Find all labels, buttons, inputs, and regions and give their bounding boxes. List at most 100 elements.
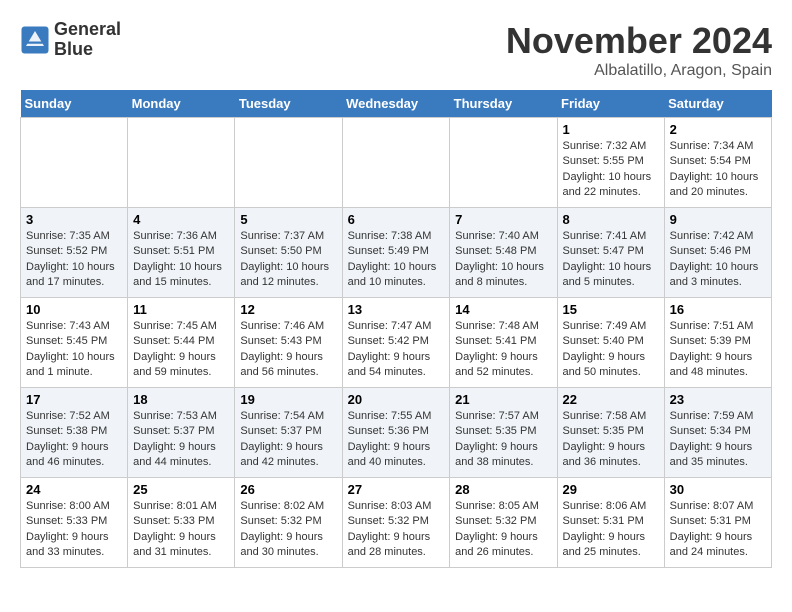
table-row: 18Sunrise: 7:53 AM Sunset: 5:37 PM Dayli… xyxy=(128,388,235,478)
table-row: 30 Sunrise: 8:07 AM Sunset: 5:31 PM Dayli… xyxy=(664,478,771,568)
day-info: Sunrise: 7:41 AM Sunset: 5:47 PM Dayligh… xyxy=(563,229,659,291)
table-row: 11 Sunrise: 7:45 AM Sunset: 5:44 PM Dayli… xyxy=(128,298,235,388)
day-number: 11 xyxy=(133,302,229,317)
table-row: 5 Sunrise: 7:37 AM Sunset: 5:50 PM Daylig… xyxy=(235,208,342,298)
day-info: Sunrise: 8:01 AM Sunset: 5:33 PM Dayligh… xyxy=(133,499,229,561)
day-number: 26 xyxy=(240,482,336,497)
table-row: 10Sunrise: 7:43 AM Sunset: 5:45 PM Dayli… xyxy=(21,298,128,388)
day-number: 3 xyxy=(26,212,122,227)
day-info: Sunrise: 7:37 AM Sunset: 5:50 PM Dayligh… xyxy=(240,229,336,291)
day-info: Sunrise: 7:38 AM Sunset: 5:49 PM Dayligh… xyxy=(348,229,445,291)
col-wednesday: Wednesday xyxy=(342,90,450,118)
table-row: 17 Sunrise: 7:52 AM Sunset: 5:38 PM Dayli… xyxy=(21,388,128,478)
col-tuesday: Tuesday xyxy=(235,90,342,118)
day-info: Sunrise: 7:53 AM Sunset: 5:37 PM Dayligh… xyxy=(133,409,229,471)
table-row: 22 Sunrise: 7:58 AM Sunset: 5:35 PM Dayli… xyxy=(557,388,664,478)
table-row: 3 Sunrise: 7:35 AM Sunset: 5:52 PM Daylig… xyxy=(21,208,128,298)
table-row: 2 Sunrise: 7:34 AM Sunset: 5:54 PM Daylig… xyxy=(664,118,771,208)
day-number: 25 xyxy=(133,482,229,497)
table-row: 15Sunrise: 7:49 AM Sunset: 5:40 PM Dayli… xyxy=(557,298,664,388)
table-row xyxy=(450,118,557,208)
day-info: Sunrise: 7:54 AM Sunset: 5:37 PM Dayligh… xyxy=(240,409,336,471)
day-info: Sunrise: 7:48 AM Sunset: 5:41 PM Dayligh… xyxy=(455,319,551,381)
page-header: General Blue November 2024 Albalatillo, … xyxy=(20,20,772,80)
day-info: Sunrise: 8:05 AM Sunset: 5:32 PM Dayligh… xyxy=(455,499,551,561)
day-number: 30 xyxy=(670,482,766,497)
table-row: 8Sunrise: 7:41 AM Sunset: 5:47 PM Daylig… xyxy=(557,208,664,298)
table-row: 23 Sunrise: 7:59 AM Sunset: 5:34 PM Dayli… xyxy=(664,388,771,478)
day-number: 22 xyxy=(563,392,659,407)
day-info: Sunrise: 7:58 AM Sunset: 5:35 PM Dayligh… xyxy=(563,409,659,471)
day-number: 1 xyxy=(563,122,659,137)
day-number: 7 xyxy=(455,212,551,227)
table-row: 6 Sunrise: 7:38 AM Sunset: 5:49 PM Daylig… xyxy=(342,208,450,298)
month-title: November 2024 xyxy=(506,20,772,62)
day-info: Sunrise: 7:51 AM Sunset: 5:39 PM Dayligh… xyxy=(670,319,766,381)
day-info: Sunrise: 8:02 AM Sunset: 5:32 PM Dayligh… xyxy=(240,499,336,561)
day-info: Sunrise: 7:55 AM Sunset: 5:36 PM Dayligh… xyxy=(348,409,445,471)
table-row: 27 Sunrise: 8:03 AM Sunset: 5:32 PM Dayli… xyxy=(342,478,450,568)
day-info: Sunrise: 7:34 AM Sunset: 5:54 PM Dayligh… xyxy=(670,139,766,201)
table-row: 29 Sunrise: 8:06 AM Sunset: 5:31 PM Dayli… xyxy=(557,478,664,568)
day-number: 4 xyxy=(133,212,229,227)
day-number: 13 xyxy=(348,302,445,317)
table-row: 13 Sunrise: 7:47 AM Sunset: 5:42 PM Dayli… xyxy=(342,298,450,388)
table-row xyxy=(235,118,342,208)
table-row: 14 Sunrise: 7:48 AM Sunset: 5:41 PM Dayli… xyxy=(450,298,557,388)
day-info: Sunrise: 7:35 AM Sunset: 5:52 PM Dayligh… xyxy=(26,229,122,291)
calendar-table: Sunday Monday Tuesday Wednesday Thursday… xyxy=(20,90,772,568)
table-row: 25 Sunrise: 8:01 AM Sunset: 5:33 PM Dayli… xyxy=(128,478,235,568)
day-number: 19 xyxy=(240,392,336,407)
day-number: 24 xyxy=(26,482,122,497)
day-info: Sunrise: 8:06 AM Sunset: 5:31 PM Dayligh… xyxy=(563,499,659,561)
table-row: 21 Sunrise: 7:57 AM Sunset: 5:35 PM Dayli… xyxy=(450,388,557,478)
day-number: 21 xyxy=(455,392,551,407)
table-row xyxy=(128,118,235,208)
day-info: Sunrise: 7:45 AM Sunset: 5:44 PM Dayligh… xyxy=(133,319,229,381)
title-block: November 2024 Albalatillo, Aragon, Spain xyxy=(506,20,772,80)
day-number: 16 xyxy=(670,302,766,317)
day-number: 29 xyxy=(563,482,659,497)
calendar-body: 1 Sunrise: 7:32 AM Sunset: 5:55 PM Daylig… xyxy=(21,118,772,568)
day-number: 9 xyxy=(670,212,766,227)
day-info: Sunrise: 8:07 AM Sunset: 5:31 PM Dayligh… xyxy=(670,499,766,561)
logo-text: General Blue xyxy=(54,20,121,60)
day-info: Sunrise: 8:03 AM Sunset: 5:32 PM Dayligh… xyxy=(348,499,445,561)
table-row: 19 Sunrise: 7:54 AM Sunset: 5:37 PM Dayli… xyxy=(235,388,342,478)
day-info: Sunrise: 7:47 AM Sunset: 5:42 PM Dayligh… xyxy=(348,319,445,381)
day-number: 17 xyxy=(26,392,122,407)
table-row xyxy=(21,118,128,208)
day-number: 27 xyxy=(348,482,445,497)
day-number: 12 xyxy=(240,302,336,317)
day-info: Sunrise: 7:57 AM Sunset: 5:35 PM Dayligh… xyxy=(455,409,551,471)
table-row: 20 Sunrise: 7:55 AM Sunset: 5:36 PM Dayli… xyxy=(342,388,450,478)
logo-icon xyxy=(20,25,50,55)
table-row: 16 Sunrise: 7:51 AM Sunset: 5:39 PM Dayli… xyxy=(664,298,771,388)
day-number: 15 xyxy=(563,302,659,317)
table-row: 7 Sunrise: 7:40 AM Sunset: 5:48 PM Daylig… xyxy=(450,208,557,298)
location: Albalatillo, Aragon, Spain xyxy=(506,62,772,80)
day-number: 23 xyxy=(670,392,766,407)
day-info: Sunrise: 7:32 AM Sunset: 5:55 PM Dayligh… xyxy=(563,139,659,201)
col-sunday: Sunday xyxy=(21,90,128,118)
day-number: 28 xyxy=(455,482,551,497)
day-number: 20 xyxy=(348,392,445,407)
day-info: Sunrise: 7:46 AM Sunset: 5:43 PM Dayligh… xyxy=(240,319,336,381)
day-info: Sunrise: 7:40 AM Sunset: 5:48 PM Dayligh… xyxy=(455,229,551,291)
calendar-header: Sunday Monday Tuesday Wednesday Thursday… xyxy=(21,90,772,118)
table-row: 9Sunrise: 7:42 AM Sunset: 5:46 PM Daylig… xyxy=(664,208,771,298)
table-row: 1 Sunrise: 7:32 AM Sunset: 5:55 PM Daylig… xyxy=(557,118,664,208)
table-row: 26 Sunrise: 8:02 AM Sunset: 5:32 PM Dayli… xyxy=(235,478,342,568)
day-info: Sunrise: 7:52 AM Sunset: 5:38 PM Dayligh… xyxy=(26,409,122,471)
table-row xyxy=(342,118,450,208)
table-row: 28 Sunrise: 8:05 AM Sunset: 5:32 PM Dayli… xyxy=(450,478,557,568)
day-info: Sunrise: 7:43 AM Sunset: 5:45 PM Dayligh… xyxy=(26,319,122,381)
table-row: 12 Sunrise: 7:46 AM Sunset: 5:43 PM Dayli… xyxy=(235,298,342,388)
day-info: Sunrise: 7:36 AM Sunset: 5:51 PM Dayligh… xyxy=(133,229,229,291)
day-number: 2 xyxy=(670,122,766,137)
day-info: Sunrise: 7:59 AM Sunset: 5:34 PM Dayligh… xyxy=(670,409,766,471)
day-number: 6 xyxy=(348,212,445,227)
day-number: 5 xyxy=(240,212,336,227)
col-monday: Monday xyxy=(128,90,235,118)
day-number: 14 xyxy=(455,302,551,317)
